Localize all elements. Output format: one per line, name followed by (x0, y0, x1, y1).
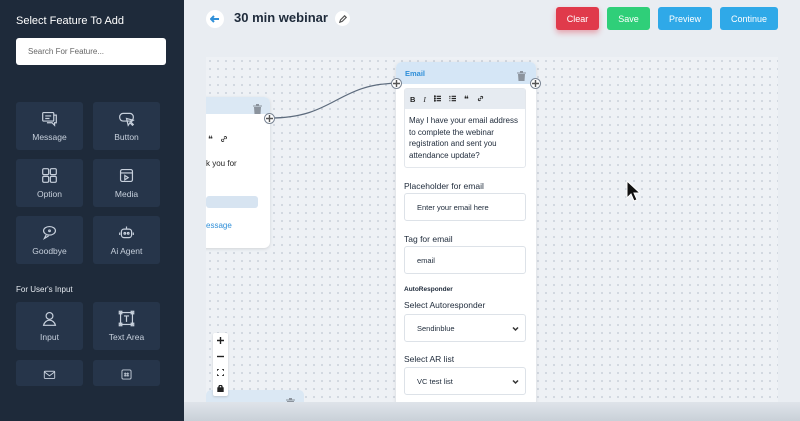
message-icon (42, 111, 57, 127)
delete-node-button[interactable] (286, 395, 295, 402)
italic-button[interactable]: I (423, 95, 426, 104)
button-icon (119, 112, 135, 127)
text-area-icon (118, 310, 135, 327)
back-button[interactable] (206, 10, 224, 28)
ai-agent-icon (119, 226, 134, 239)
tile-label: Message (32, 132, 67, 142)
tile-label: Button (114, 132, 139, 142)
trash-icon (253, 104, 262, 114)
user-icon (42, 311, 57, 326)
numbered-list-button[interactable] (449, 95, 456, 104)
list-ol-icon (449, 95, 456, 101)
save-button[interactable]: Save (607, 7, 650, 30)
preview-button[interactable]: Preview (658, 7, 712, 30)
feature-sidebar: Select Feature To Add Message Button Opt… (0, 0, 184, 421)
list-ul-icon (433, 94, 441, 102)
tile-text-area[interactable]: Text Area (93, 302, 160, 350)
tag-input[interactable] (404, 246, 526, 274)
add-connection-button[interactable] (530, 78, 541, 89)
node-title: Email (405, 69, 426, 78)
autoresponder-select[interactable]: Sendinblue (404, 314, 526, 342)
node-message-text: k you for (206, 159, 237, 168)
delete-node-button[interactable] (253, 101, 262, 114)
plus-icon (266, 115, 273, 122)
tile-media[interactable]: Media (93, 159, 160, 207)
sidebar-title: Select Feature To Add (16, 15, 125, 27)
zoom-out-button[interactable] (213, 349, 228, 365)
goodbye-icon (42, 225, 57, 241)
tile-input[interactable]: Input (16, 302, 83, 350)
plus-icon (393, 80, 400, 87)
flow-node-message[interactable]: ❝ k you for essage (206, 97, 270, 248)
mouse-cursor-icon (626, 180, 640, 202)
message-editor[interactable]: B I ❝ May I have your email address to c… (404, 88, 526, 168)
zoom-controls (213, 333, 228, 396)
autoresponder-value: Sendinblue (417, 323, 455, 333)
editor-toolbar: B I ❝ (405, 89, 525, 109)
placeholder-label: Placeholder for email (404, 181, 484, 191)
option-grid-icon (42, 168, 57, 183)
add-connection-button[interactable] (264, 113, 275, 124)
ar-list-value: VC test list (417, 376, 453, 386)
tile-goodbye[interactable]: Goodbye (16, 216, 83, 264)
tile-email[interactable] (16, 360, 83, 386)
page-title: 30 min webinar (234, 10, 328, 25)
lock-button[interactable] (213, 380, 228, 396)
user-input-section-label: For User's Input (16, 285, 73, 294)
tile-label: Goodbye (32, 246, 67, 256)
tile-label: Text Area (108, 332, 145, 342)
placeholder-input[interactable] (404, 193, 526, 221)
message-text[interactable]: May I have your email address to complet… (405, 109, 525, 161)
clear-button[interactable]: Clear (556, 7, 599, 30)
input-connection-handle[interactable] (391, 78, 402, 89)
minus-icon (217, 355, 224, 358)
fit-view-button[interactable] (213, 365, 228, 381)
email-icon (43, 370, 56, 379)
edit-title-button[interactable] (335, 11, 350, 26)
node-button-bar[interactable] (206, 196, 258, 208)
fullscreen-icon (217, 368, 224, 376)
tile-label: Option (36, 189, 63, 199)
delete-node-button[interactable] (517, 68, 526, 81)
bullet-list-button[interactable] (433, 94, 441, 104)
media-icon (119, 168, 134, 183)
tile-label: Media (114, 189, 139, 199)
feature-search-input[interactable] (16, 38, 166, 65)
tile-label: Ai Agent (110, 246, 143, 256)
zoom-in-button[interactable] (213, 333, 228, 349)
tile-button[interactable]: Button (93, 102, 160, 150)
tag-label: Tag for email (404, 234, 453, 244)
trash-icon (517, 71, 526, 81)
plus-icon (217, 337, 224, 345)
bottom-bar (184, 402, 800, 421)
select-autoresponder-label: Select Autoresponder (404, 300, 486, 310)
plus-icon (532, 80, 539, 87)
number-icon (121, 369, 132, 380)
select-ar-list-label: Select AR list (404, 354, 455, 364)
tile-option[interactable]: Option (16, 159, 83, 207)
pencil-icon (338, 14, 347, 23)
add-message-link[interactable]: essage (206, 221, 232, 230)
continue-button[interactable]: Continue (720, 7, 778, 30)
quote-button[interactable]: ❝ (464, 94, 469, 105)
tile-ai-agent[interactable]: Ai Agent (93, 216, 160, 264)
autoresponder-section-label: AutoResponder (404, 286, 453, 293)
arrow-left-icon (210, 15, 219, 23)
chevron-down-icon (512, 378, 519, 385)
quote-icon[interactable]: ❝ (208, 134, 213, 145)
link-button[interactable] (477, 95, 484, 104)
lock-icon (217, 384, 224, 392)
link-icon[interactable] (220, 135, 228, 143)
flow-canvas[interactable]: ❝ k you for essage Email B I ❝ May I hav… (206, 57, 778, 402)
flow-node-email[interactable]: Email B I ❝ May I have your email addres… (396, 62, 536, 402)
ar-list-select[interactable]: VC test list (404, 367, 526, 395)
chevron-down-icon (512, 325, 519, 332)
tile-number[interactable] (93, 360, 160, 386)
bold-button[interactable]: B (410, 95, 415, 104)
tile-label: Input (40, 332, 59, 342)
tile-message[interactable]: Message (16, 102, 83, 150)
link-icon (477, 95, 483, 101)
